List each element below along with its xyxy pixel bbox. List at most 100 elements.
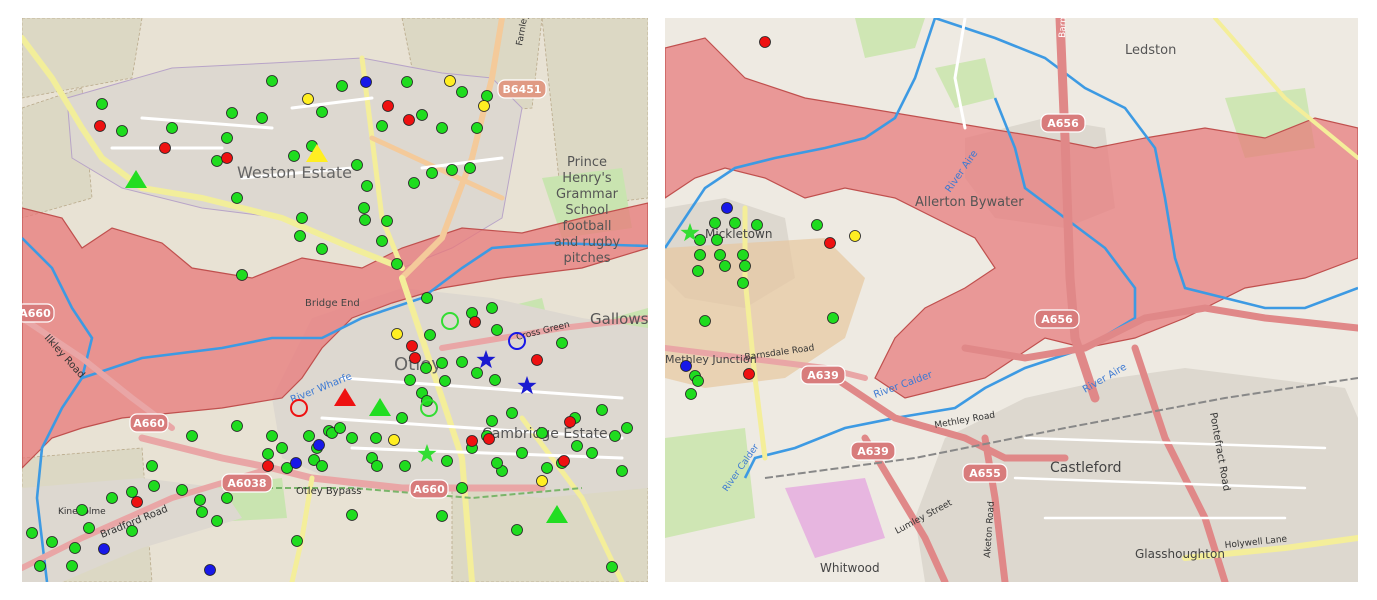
site-marker-yellow[interactable]: [302, 93, 314, 105]
site-marker-red[interactable]: [403, 114, 415, 126]
site-marker-green[interactable]: [606, 561, 618, 573]
site-marker-green[interactable]: [596, 404, 608, 416]
site-marker-green[interactable]: [66, 560, 78, 572]
site-marker-red[interactable]: [382, 100, 394, 112]
site-marker-yellow[interactable]: [536, 475, 548, 487]
site-marker-green[interactable]: [370, 432, 382, 444]
site-marker-green[interactable]: [421, 292, 433, 304]
site-marker-green[interactable]: [616, 465, 628, 477]
site-marker-green[interactable]: [737, 277, 749, 289]
site-marker-green[interactable]: [371, 460, 383, 472]
site-marker-green[interactable]: [464, 162, 476, 174]
site-marker-green[interactable]: [294, 230, 306, 242]
site-marker-yellow[interactable]: [444, 75, 456, 87]
map-otley[interactable]: Weston Estate Prince Henry's Grammar Sch…: [22, 18, 648, 582]
site-marker-green[interactable]: [486, 415, 498, 427]
site-marker-green[interactable]: [489, 374, 501, 386]
site-marker-green[interactable]: [436, 357, 448, 369]
site-marker-green[interactable]: [196, 506, 208, 518]
site-marker-blue[interactable]: [721, 202, 733, 214]
site-marker-green[interactable]: [694, 234, 706, 246]
site-marker-green[interactable]: [456, 482, 468, 494]
site-marker-green[interactable]: [536, 427, 548, 439]
site-marker-green[interactable]: [266, 430, 278, 442]
site-marker-green[interactable]: [739, 260, 751, 272]
site-marker-green[interactable]: [358, 202, 370, 214]
site-marker-green[interactable]: [439, 375, 451, 387]
site-marker-green[interactable]: [226, 107, 238, 119]
site-marker-green[interactable]: [359, 214, 371, 226]
site-marker-green[interactable]: [685, 388, 697, 400]
site-marker-green[interactable]: [236, 269, 248, 281]
site-marker-red[interactable]: [759, 36, 771, 48]
site-marker-green[interactable]: [416, 109, 428, 121]
site-marker-green[interactable]: [556, 337, 568, 349]
site-marker-green[interactable]: [291, 535, 303, 547]
site-marker-green[interactable]: [692, 265, 704, 277]
site-marker-green[interactable]: [126, 525, 138, 537]
site-marker-green[interactable]: [221, 132, 233, 144]
site-marker-green[interactable]: [334, 422, 346, 434]
site-marker-blue[interactable]: [290, 457, 302, 469]
site-marker-green[interactable]: [729, 217, 741, 229]
site-marker-green[interactable]: [276, 442, 288, 454]
site-marker-green[interactable]: [511, 524, 523, 536]
site-marker-red[interactable]: [824, 237, 836, 249]
site-marker-green[interactable]: [456, 356, 468, 368]
site-marker-red[interactable]: [531, 354, 543, 366]
site-marker-green[interactable]: [116, 125, 128, 137]
site-marker-green[interactable]: [46, 536, 58, 548]
site-marker-green[interactable]: [221, 492, 233, 504]
site-marker-green[interactable]: [436, 122, 448, 134]
site-marker-green[interactable]: [146, 460, 158, 472]
site-marker-green[interactable]: [404, 374, 416, 386]
site-marker-green[interactable]: [316, 106, 328, 118]
site-marker-green[interactable]: [351, 159, 363, 171]
site-marker-green[interactable]: [148, 480, 160, 492]
site-marker-green[interactable]: [106, 492, 118, 504]
site-marker-green[interactable]: [396, 412, 408, 424]
site-marker-yellow[interactable]: [849, 230, 861, 242]
site-marker-green[interactable]: [176, 484, 188, 496]
site-marker-green[interactable]: [609, 430, 621, 442]
site-marker-green[interactable]: [751, 219, 763, 231]
site-marker-red[interactable]: [466, 435, 478, 447]
site-marker-green[interactable]: [288, 150, 300, 162]
site-marker-green[interactable]: [266, 75, 278, 87]
site-marker-green[interactable]: [399, 460, 411, 472]
site-marker-green[interactable]: [376, 120, 388, 132]
site-marker-green[interactable]: [486, 302, 498, 314]
site-marker-green[interactable]: [346, 432, 358, 444]
site-marker-yellow[interactable]: [478, 100, 490, 112]
site-marker-green[interactable]: [211, 515, 223, 527]
site-marker-green[interactable]: [211, 155, 223, 167]
site-marker-red[interactable]: [564, 416, 576, 428]
site-marker-green[interactable]: [621, 422, 633, 434]
map-castleford[interactable]: Ledston Allerton Bywater Mickletown Meth…: [665, 18, 1358, 582]
site-marker-green[interactable]: [471, 367, 483, 379]
site-marker-green[interactable]: [401, 76, 413, 88]
site-marker-green[interactable]: [316, 243, 328, 255]
site-marker-green[interactable]: [446, 164, 458, 176]
site-marker-green[interactable]: [709, 217, 721, 229]
site-marker-green[interactable]: [719, 260, 731, 272]
site-marker-blue[interactable]: [680, 360, 692, 372]
site-marker-green[interactable]: [361, 180, 373, 192]
site-marker-green[interactable]: [436, 510, 448, 522]
site-marker-green[interactable]: [256, 112, 268, 124]
site-marker-green[interactable]: [346, 509, 358, 521]
site-marker-green[interactable]: [424, 329, 436, 341]
site-marker-green[interactable]: [692, 375, 704, 387]
site-marker-green[interactable]: [166, 122, 178, 134]
site-marker-green[interactable]: [126, 486, 138, 498]
site-marker-green[interactable]: [491, 324, 503, 336]
site-marker-green[interactable]: [408, 177, 420, 189]
site-marker-blue[interactable]: [98, 543, 110, 555]
site-marker-red[interactable]: [406, 340, 418, 352]
site-marker-red[interactable]: [558, 455, 570, 467]
site-marker-green[interactable]: [586, 447, 598, 459]
site-marker-green[interactable]: [34, 560, 46, 572]
site-marker-red[interactable]: [262, 460, 274, 472]
site-marker-green[interactable]: [381, 215, 393, 227]
site-marker-green[interactable]: [231, 420, 243, 432]
